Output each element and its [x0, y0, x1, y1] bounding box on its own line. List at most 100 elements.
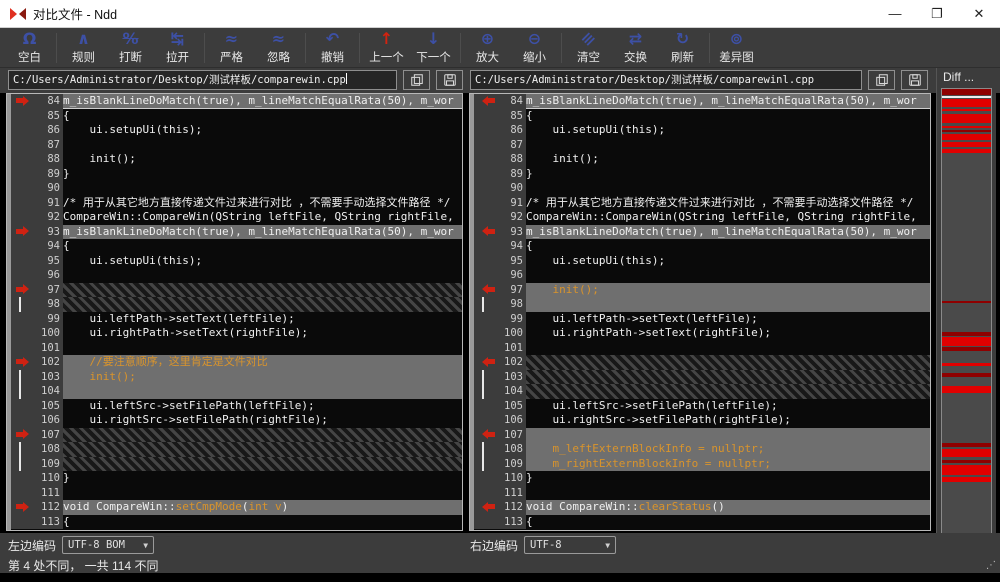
code-text[interactable]: { [63, 239, 462, 254]
left-save-button[interactable] [436, 70, 463, 90]
code-text[interactable]: m_isBlankLineDoMatch(true), m_lineMatchE… [526, 94, 930, 109]
line-number: 105 [35, 398, 63, 414]
code-text[interactable] [526, 369, 930, 385]
maximize-button[interactable]: ❐ [916, 0, 958, 27]
code-text[interactable] [526, 384, 930, 399]
code-text[interactable] [526, 297, 930, 312]
clear-button[interactable]: ≡ 清空 [565, 27, 612, 67]
next-diff-button[interactable]: ↓ 下一个 [410, 29, 457, 67]
code-text[interactable]: /* 用于从其它地方直接传递文件过来进行对比 ，不需要手动选择文件路径 */ [63, 196, 462, 211]
code-text[interactable]: CompareWin::CompareWin(QString leftFile,… [63, 210, 462, 225]
code-text[interactable] [63, 297, 462, 312]
swap-button[interactable]: ⇄ 交换 [612, 29, 659, 67]
code-text[interactable] [63, 341, 462, 356]
gutter-spacer [474, 326, 498, 341]
code-text[interactable] [63, 456, 462, 472]
break-button[interactable]: % 打断 [107, 29, 154, 67]
code-text[interactable]: ui.setupUi(this); [63, 123, 462, 138]
code-text[interactable]: ui.leftSrc->setFilePath(leftFile); [63, 399, 462, 414]
zoom-out-button[interactable]: ⊖ 缩小 [511, 29, 558, 67]
zoom-in-button[interactable]: ⊕ 放大 [464, 29, 511, 67]
next-diff-icon: ↓ [426, 28, 441, 48]
code-text[interactable]: ui.rightPath->setText(rightFile); [526, 326, 930, 341]
code-text[interactable]: //要注意顺序，这里肯定是文件对比 [63, 355, 462, 370]
line-number: 89 [35, 166, 63, 182]
minimize-button[interactable]: — [874, 0, 916, 27]
refresh-button[interactable]: ↻ 刷新 [659, 29, 706, 67]
code-text[interactable]: ui.setupUi(this); [526, 254, 930, 269]
code-text[interactable]: void CompareWin::setCmpMode(int v) [63, 500, 462, 515]
code-text[interactable]: ui.setupUi(this); [526, 123, 930, 138]
ignore-button[interactable]: ≈ 忽略 [255, 29, 302, 67]
code-text[interactable] [526, 138, 930, 153]
code-text[interactable]: ui.leftSrc->setFilePath(leftFile); [526, 399, 930, 414]
code-text[interactable]: ui.leftPath->setText(leftFile); [526, 312, 930, 327]
code-line: 101 [474, 340, 930, 356]
previous-diff-button[interactable]: ↑ 上一个 [363, 29, 410, 67]
right-path-input[interactable]: C:/Users/Administrator/Desktop/测试样板/comp… [470, 70, 862, 90]
right-browse-button[interactable] [868, 70, 895, 90]
code-text[interactable]: m_isBlankLineDoMatch(true), m_lineMatchE… [526, 224, 930, 240]
code-text[interactable]: } [526, 471, 930, 486]
right-encoding-select[interactable]: UTF-8 ▼ [524, 536, 617, 554]
code-text[interactable]: init(); [63, 152, 462, 167]
code-text[interactable] [526, 355, 930, 370]
code-text[interactable]: m_leftExternBlockInfo = nullptr; [526, 442, 930, 457]
code-text[interactable]: void CompareWin::clearStatus() [526, 500, 930, 515]
code-text[interactable]: init(); [63, 369, 462, 385]
code-text[interactable] [526, 427, 930, 443]
left-path-input[interactable]: C:/Users/Administrator/Desktop/测试样板/comp… [8, 70, 397, 90]
code-text[interactable] [63, 282, 462, 298]
code-text[interactable]: ui.rightPath->setText(rightFile); [63, 326, 462, 341]
code-text[interactable]: init(); [526, 282, 930, 298]
code-text[interactable]: } [526, 167, 930, 182]
rules-button[interactable]: ∧ 规则 [60, 29, 107, 67]
code-text[interactable]: { [526, 515, 930, 530]
close-button[interactable]: ✕ [958, 0, 1000, 27]
code-text[interactable]: ui.setupUi(this); [63, 254, 462, 269]
code-text[interactable]: m_rightExternBlockInfo = nullptr; [526, 456, 930, 472]
line-number: 91 [498, 195, 526, 211]
code-text[interactable] [63, 181, 462, 196]
gutter-spacer [11, 413, 35, 428]
code-text[interactable]: { [526, 239, 930, 254]
code-text[interactable] [63, 384, 462, 399]
code-text[interactable]: { [63, 109, 462, 124]
code-text[interactable]: ui.rightSrc->setFilePath(rightFile); [526, 413, 930, 428]
gutter-spacer [11, 181, 35, 196]
diff-map-button[interactable]: ⊚ 差异图 [713, 29, 760, 67]
diff-map[interactable] [941, 88, 992, 546]
code-text[interactable]: } [63, 167, 462, 182]
code-text[interactable]: /* 用于从其它地方直接传递文件过来进行对比 ，不需要手动选择文件路径 */ [526, 196, 930, 211]
pull-apart-button[interactable]: ↹ 拉开 [154, 29, 201, 67]
left-browse-button[interactable] [403, 70, 430, 90]
code-text[interactable] [526, 181, 930, 196]
undo-button[interactable]: ↶ 撤销 [309, 29, 356, 67]
code-text[interactable] [63, 427, 462, 443]
code-text[interactable] [63, 486, 462, 501]
code-text[interactable] [526, 341, 930, 356]
gutter-spacer [474, 108, 498, 124]
toolbar-label: 缩小 [523, 51, 546, 64]
code-text[interactable] [63, 442, 462, 457]
code-text[interactable] [63, 268, 462, 283]
strict-button[interactable]: ≈ 严格 [208, 29, 255, 67]
code-text[interactable]: m_isBlankLineDoMatch(true), m_lineMatchE… [63, 224, 462, 240]
rules-icon: ∧ [77, 28, 90, 48]
line-number: 84 [35, 94, 63, 109]
resize-grip-icon[interactable]: ⋰ [986, 560, 996, 571]
code-text[interactable]: CompareWin::CompareWin(QString leftFile,… [526, 210, 930, 225]
code-text[interactable] [526, 268, 930, 283]
code-text[interactable]: m_isBlankLineDoMatch(true), m_lineMatchE… [63, 94, 462, 109]
right-save-button[interactable] [901, 70, 928, 90]
code-text[interactable]: { [63, 515, 462, 530]
blank-button[interactable]: Ω 空白 [6, 29, 53, 67]
code-text[interactable] [63, 138, 462, 153]
code-text[interactable] [526, 486, 930, 501]
code-text[interactable]: { [526, 109, 930, 124]
code-text[interactable]: init(); [526, 152, 930, 167]
code-text[interactable]: ui.leftPath->setText(leftFile); [63, 312, 462, 327]
left-encoding-select[interactable]: UTF-8 BOM ▼ [62, 536, 155, 554]
code-text[interactable]: ui.rightSrc->setFilePath(rightFile); [63, 413, 462, 428]
code-text[interactable]: } [63, 471, 462, 486]
